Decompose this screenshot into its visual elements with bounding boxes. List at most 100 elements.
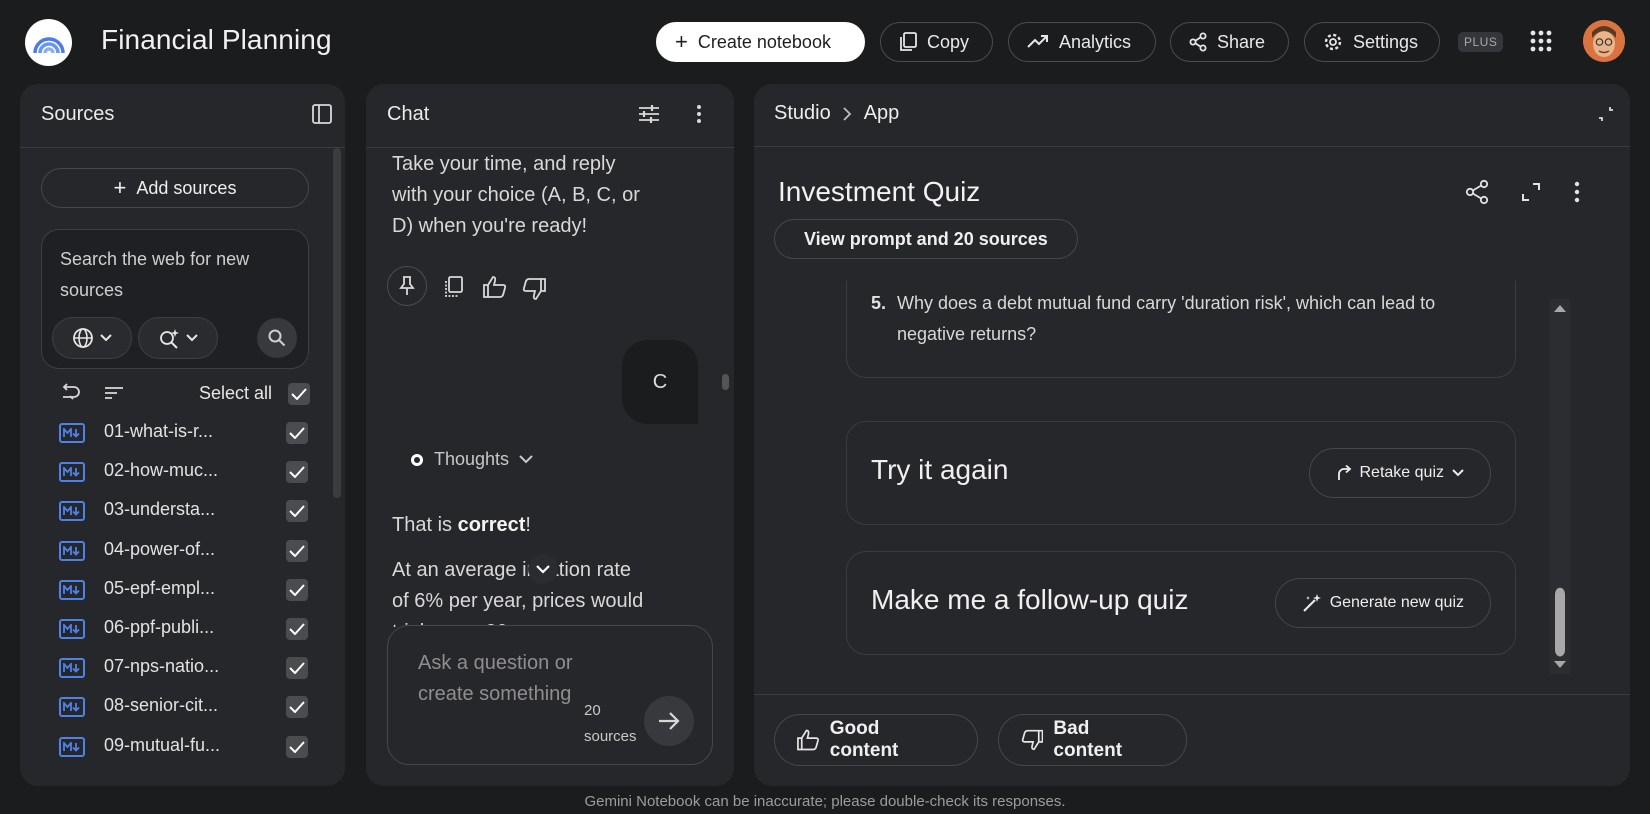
retake-quiz-button[interactable]: Retake quiz bbox=[1308, 448, 1491, 498]
chat-panel: Chat Take your time, and reply with your… bbox=[366, 84, 734, 786]
studio-scrollbar[interactable] bbox=[1550, 299, 1570, 674]
source-item[interactable]: 08-senior-cit... bbox=[59, 689, 314, 723]
source-item[interactable]: 02-how-muc... bbox=[59, 454, 314, 488]
generate-new-quiz-button[interactable]: Generate new quiz bbox=[1274, 578, 1491, 628]
view-prompt-button[interactable]: View prompt and 20 sources bbox=[774, 219, 1078, 259]
select-all-label[interactable]: Select all bbox=[199, 383, 272, 404]
source-checkbox[interactable] bbox=[286, 578, 308, 601]
chat-source-count: 20 sources bbox=[584, 698, 637, 750]
web-search-button[interactable] bbox=[257, 318, 297, 358]
source-item[interactable]: 01-what-is-r... bbox=[59, 415, 314, 449]
source-item-label: 05-epf-empl... bbox=[104, 577, 216, 598]
markdown-file-icon bbox=[59, 579, 85, 600]
source-item-label: 01-what-is-r... bbox=[104, 421, 214, 441]
source-checkbox[interactable] bbox=[286, 422, 308, 444]
apps-grid-icon[interactable] bbox=[1530, 30, 1552, 52]
chat-input[interactable]: Ask a question or create something bbox=[418, 648, 578, 710]
share-quiz-icon[interactable] bbox=[1465, 179, 1489, 205]
source-item[interactable]: 07-nps-natio... bbox=[59, 650, 314, 684]
analytics-button[interactable]: Analytics bbox=[1008, 22, 1156, 62]
more-vertical-icon[interactable] bbox=[696, 104, 702, 124]
sources-panel: Sources + Add sources Search the web for… bbox=[20, 84, 345, 786]
question-card: 5. Why does a debt mutual fund carry 'du… bbox=[846, 280, 1516, 378]
chat-title: Chat bbox=[387, 103, 430, 125]
source-item-label: 03-understa... bbox=[104, 499, 216, 520]
notebook-title[interactable]: Financial Planning bbox=[101, 24, 332, 56]
copy-icon bbox=[900, 32, 917, 51]
check-icon bbox=[289, 505, 305, 518]
plus-icon: + bbox=[675, 29, 688, 54]
bad-content-label: Bad content bbox=[1053, 718, 1123, 761]
sources-title: Sources bbox=[41, 103, 115, 125]
select-all-checkbox[interactable] bbox=[288, 383, 310, 405]
sources-scrollbar[interactable] bbox=[333, 148, 341, 498]
user-avatar-icon bbox=[1583, 20, 1625, 62]
source-checkbox[interactable] bbox=[286, 696, 308, 719]
web-source-dropdown[interactable] bbox=[52, 317, 132, 359]
markdown-file-icon bbox=[59, 658, 85, 679]
good-content-button[interactable]: Good content bbox=[774, 714, 978, 766]
chat-settings-icon[interactable] bbox=[638, 104, 660, 124]
web-search-box[interactable]: Search the web for new sources bbox=[41, 229, 309, 369]
source-checkbox[interactable] bbox=[286, 461, 308, 484]
source-checkbox[interactable] bbox=[286, 618, 308, 640]
question-text: Why does a debt mutual fund carry 'durat… bbox=[897, 293, 1436, 344]
copy-button[interactable]: Copy bbox=[880, 22, 993, 62]
chevron-down-icon bbox=[519, 455, 533, 464]
share-button[interactable]: Share bbox=[1170, 22, 1289, 62]
source-item[interactable]: 05-epf-empl... bbox=[59, 572, 314, 606]
notebook-logo[interactable] bbox=[25, 19, 72, 66]
question-number: 5. bbox=[871, 293, 887, 313]
pin-button[interactable] bbox=[387, 266, 427, 306]
sort-icon[interactable] bbox=[104, 386, 124, 400]
source-item[interactable]: 03-understa... bbox=[59, 493, 314, 527]
assistant-message: Take your time, and reply with your choi… bbox=[392, 153, 640, 237]
more-vertical-icon[interactable] bbox=[1574, 181, 1580, 203]
studio-footer-divider bbox=[754, 694, 1630, 695]
add-sources-label: Add sources bbox=[136, 177, 237, 198]
pin-icon bbox=[399, 276, 415, 295]
add-sources-button[interactable]: + Add sources bbox=[41, 168, 309, 208]
source-item[interactable]: 04-power-of... bbox=[59, 533, 314, 567]
source-checkbox[interactable] bbox=[286, 657, 308, 680]
arrow-right-icon bbox=[659, 712, 680, 730]
markdown-file-icon bbox=[59, 462, 85, 483]
check-icon bbox=[289, 623, 305, 635]
collapse-icon[interactable] bbox=[1598, 106, 1614, 122]
markdown-file-icon bbox=[59, 619, 85, 639]
analytics-label: Analytics bbox=[1059, 31, 1132, 52]
source-item-label: 06-ppf-publi... bbox=[104, 617, 215, 637]
scroll-to-bottom-button[interactable] bbox=[528, 554, 558, 584]
source-checkbox[interactable] bbox=[286, 539, 308, 562]
chat-scrollbar[interactable] bbox=[722, 374, 729, 390]
markdown-file-icon bbox=[59, 540, 85, 561]
collapse-panel-icon[interactable] bbox=[312, 104, 332, 124]
check-icon bbox=[289, 701, 305, 714]
fullscreen-icon[interactable] bbox=[1522, 183, 1540, 201]
chevron-right-icon bbox=[843, 106, 851, 121]
thumbs-up-icon[interactable] bbox=[483, 276, 507, 298]
refresh-sources-icon[interactable] bbox=[59, 383, 81, 403]
settings-button[interactable]: Settings bbox=[1304, 22, 1440, 62]
copy-message-icon[interactable] bbox=[444, 276, 464, 298]
source-item-label: 09-mutual-fu... bbox=[104, 734, 221, 755]
source-checkbox[interactable] bbox=[286, 500, 308, 523]
breadcrumb-app: App bbox=[863, 102, 900, 124]
source-item[interactable]: 06-ppf-publi... bbox=[59, 611, 314, 645]
retry-title: Try it again bbox=[871, 454, 1009, 485]
web-search-input[interactable]: Search the web for new sources bbox=[60, 244, 280, 306]
create-notebook-button[interactable]: + Create notebook bbox=[656, 22, 865, 62]
chevron-down-icon bbox=[186, 334, 198, 342]
bad-content-button[interactable]: Bad content bbox=[998, 714, 1187, 766]
thoughts-toggle[interactable]: Thoughts bbox=[410, 449, 533, 470]
chat-input-box[interactable]: Ask a question or create something 20 so… bbox=[387, 625, 713, 765]
breadcrumb-studio[interactable]: Studio bbox=[774, 102, 831, 125]
avatar[interactable] bbox=[1583, 20, 1625, 62]
thumbs-down-icon[interactable] bbox=[522, 278, 546, 300]
research-mode-dropdown[interactable] bbox=[138, 317, 218, 359]
check-icon bbox=[289, 662, 305, 675]
send-button[interactable] bbox=[644, 696, 694, 746]
source-item[interactable]: 09-mutual-fu... bbox=[59, 729, 314, 763]
source-checkbox[interactable] bbox=[286, 735, 308, 758]
plus-icon: + bbox=[113, 175, 127, 200]
